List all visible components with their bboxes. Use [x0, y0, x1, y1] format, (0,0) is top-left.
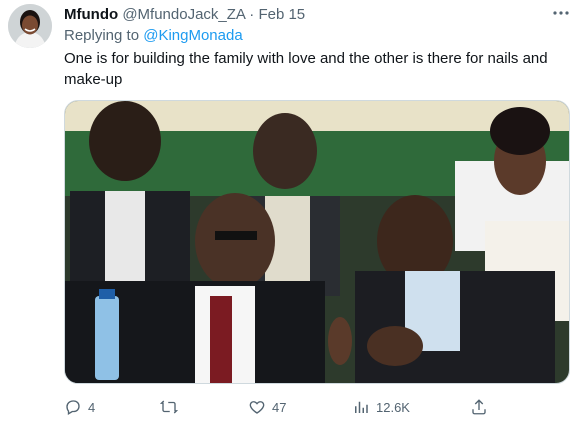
retweet-icon — [160, 400, 178, 414]
tweet-header: Mfundo @MfundoJack_ZA · Feb 15 — [64, 6, 305, 24]
replying-to-label: Replying to — [64, 27, 140, 44]
heart-icon — [249, 401, 265, 414]
tweet-photo[interactable] — [64, 100, 570, 384]
replying-to-link[interactable]: @KingMonada — [143, 27, 242, 44]
retweet-button[interactable] — [160, 396, 184, 418]
tweet-text: One is for building the family with love… — [64, 50, 548, 88]
avatar-image — [8, 4, 52, 48]
reply-icon — [66, 400, 80, 415]
replying-to: Replying to @KingMonada — [64, 27, 243, 45]
view-count: 12.6K — [376, 399, 410, 415]
more-icon[interactable] — [552, 4, 570, 22]
tweet-date[interactable]: Feb 15 — [258, 6, 305, 23]
avatar[interactable] — [8, 4, 52, 48]
share-button[interactable] — [470, 396, 488, 418]
like-count: 47 — [272, 399, 287, 415]
user-handle[interactable]: @MfundoJack_ZA — [122, 6, 245, 23]
reply-button[interactable]: 4 — [64, 396, 95, 418]
display-name[interactable]: Mfundo — [64, 6, 118, 23]
share-icon — [472, 399, 486, 415]
reply-count: 4 — [88, 399, 96, 415]
tweet-actions: 4 47 12.6K — [64, 396, 564, 418]
views-button[interactable]: 12.6K — [352, 396, 410, 418]
photo-content — [65, 101, 569, 383]
like-button[interactable]: 47 — [248, 396, 286, 418]
views-icon — [355, 401, 368, 413]
separator: · — [249, 6, 255, 23]
